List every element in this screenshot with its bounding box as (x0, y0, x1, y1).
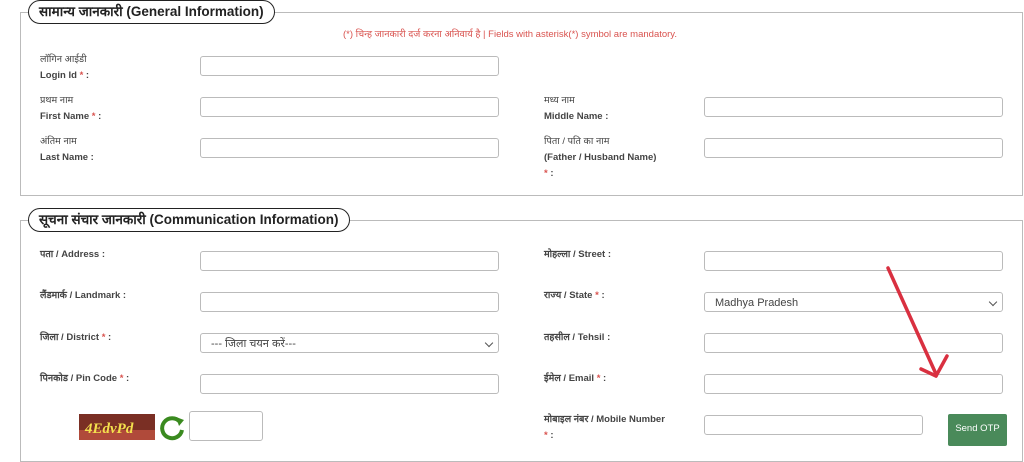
street-input[interactable] (704, 251, 1003, 271)
father-name-label: पिता / पति का नाम (Father / Husband Name… (544, 136, 657, 179)
landmark-input[interactable] (200, 292, 499, 312)
first-name-label: प्रथम नाम First Name * : (40, 95, 102, 122)
send-otp-button[interactable]: Send OTP (948, 414, 1007, 446)
middle-name-input[interactable] (704, 97, 1003, 117)
address-input[interactable] (200, 251, 499, 271)
general-info-legend: सामान्य जानकारी (General Information) (28, 0, 275, 24)
first-name-input[interactable] (200, 97, 499, 117)
state-select[interactable]: Madhya Pradesh (704, 292, 1003, 312)
captcha-image: 4EdvPd (79, 414, 155, 440)
district-select[interactable]: --- जिला चयन करें--- (200, 333, 499, 353)
email-input[interactable] (704, 374, 1003, 394)
father-name-input[interactable] (704, 138, 1003, 158)
street-label: मोहल्ला / Street : (544, 249, 612, 260)
last-name-label: अंतिम नाम Last Name : (40, 136, 94, 163)
email-label: ईमेल / Email * : (544, 373, 607, 384)
refresh-icon[interactable] (157, 413, 187, 443)
mobile-label: मोबाइल नंबर / Mobile Number * : (544, 414, 665, 441)
pincode-label: पिनकोड / Pin Code * : (40, 373, 130, 384)
address-label: पता / Address : (40, 249, 106, 260)
tehsil-input[interactable] (704, 333, 1003, 353)
login-id-input[interactable] (200, 56, 499, 76)
communication-info-legend: सूचना संचार जानकारी (Communication Infor… (28, 208, 350, 232)
landmark-label: लैंडमार्क / Landmark : (40, 290, 127, 301)
district-label: जिला / District * : (40, 332, 112, 343)
mandatory-note: (*) चिन्ह जानकारी दर्ज करना अनिवार्य है … (343, 29, 677, 40)
captcha-input[interactable] (189, 411, 263, 441)
svg-text:4EdvPd: 4EdvPd (84, 421, 134, 437)
state-label: राज्य / State * : (544, 290, 605, 301)
middle-name-label: मध्य नाम Middle Name : (544, 95, 609, 122)
mobile-input[interactable] (704, 415, 923, 435)
last-name-input[interactable] (200, 138, 499, 158)
tehsil-label: तहसील / Tehsil : (544, 332, 611, 343)
pincode-input[interactable] (200, 374, 499, 394)
login-id-label: लॉगिन आईडी Login Id * : (40, 54, 90, 81)
